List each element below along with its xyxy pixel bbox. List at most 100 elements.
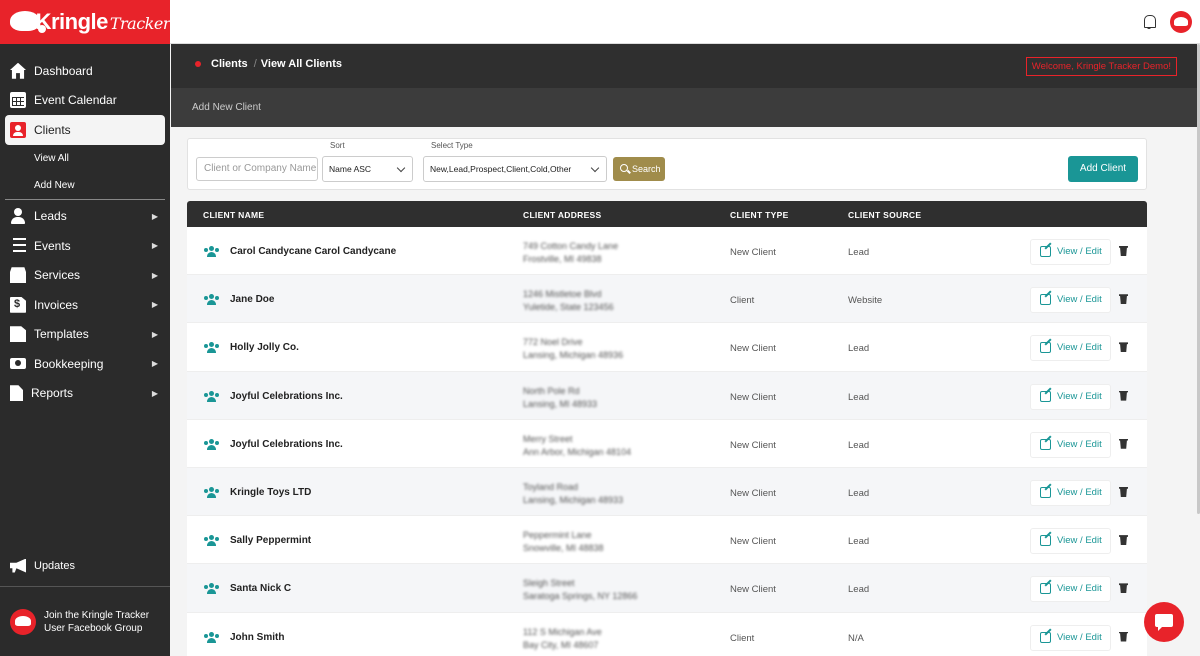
client-type: New Client — [730, 584, 776, 596]
column-header-type[interactable]: CLIENT TYPE — [730, 210, 789, 220]
client-address: Toyland Road Lansing, Michigan 48933 — [523, 481, 624, 505]
type-select-value: New,Lead,Prospect,Client,Cold,Other — [430, 164, 572, 174]
search-button[interactable]: Search — [613, 157, 665, 181]
view-edit-button[interactable]: View / Edit — [1030, 576, 1111, 603]
sidebar-item-invoices[interactable]: Invoices ▶ — [0, 290, 170, 320]
client-type: Client — [730, 632, 755, 644]
sidebar-item-dashboard[interactable]: Dashboard — [0, 56, 170, 86]
calendar-icon — [10, 92, 26, 109]
sidebar-nav: Dashboard Event Calendar Clients View Al… — [0, 44, 170, 408]
client-address: 1246 Mistletoe Blvd Yuletide, State 12345… — [523, 289, 614, 313]
client-address: Peppermint Lane Snowville, MI 48838 — [523, 530, 604, 554]
client-type: New Client — [730, 247, 776, 258]
table-row: Sally Peppermint Peppermint Lane Snowville… — [187, 516, 1147, 565]
sidebar-item-label: Services — [34, 268, 81, 283]
facebook-group-link[interactable]: Join the Kringle Tracker User Facebook Gr… — [0, 586, 170, 656]
trash-icon[interactable] — [1119, 246, 1128, 256]
brand-logo[interactable]: Kringle Tracker — [0, 0, 171, 44]
client-name: Sally Peppermint — [230, 535, 312, 547]
view-edit-button[interactable]: View / Edit — [1030, 431, 1111, 458]
chevron-down-icon — [396, 163, 406, 173]
sidebar-item-reports[interactable]: Reports ▶ — [0, 379, 170, 409]
view-edit-button[interactable]: View / Edit — [1030, 239, 1111, 265]
sidebar-item-updates[interactable]: Updates — [0, 551, 170, 580]
document-icon — [10, 326, 26, 343]
sub-nav-bar: Add New Client — [171, 88, 1197, 127]
trash-icon[interactable] — [1119, 438, 1128, 449]
sidebar-item-events[interactable]: Events ▶ — [0, 231, 170, 261]
welcome-badge: Welcome, Kringle Tracker Demo! — [1025, 57, 1177, 76]
edit-icon — [1040, 438, 1051, 450]
client-source: N/A — [848, 632, 864, 644]
type-select[interactable]: New,Lead,Prospect,Client,Cold,Other — [423, 156, 607, 182]
top-header — [170, 0, 1200, 44]
view-edit-button[interactable]: View / Edit — [1030, 479, 1111, 506]
view-edit-button[interactable]: View / Edit — [1030, 287, 1111, 314]
sidebar-item-templates[interactable]: Templates ▶ — [0, 320, 170, 350]
client-address: Sleigh Street Saratoga Springs, NY 12866 — [523, 578, 638, 602]
client-name: Joyful Celebrations Inc. — [230, 390, 343, 402]
sidebar-item-leads[interactable]: Leads ▶ — [0, 202, 170, 232]
sidebar-item-services[interactable]: Services ▶ — [0, 261, 170, 291]
users-group-icon — [204, 246, 219, 257]
client-source: Website — [848, 295, 883, 307]
status-dot-icon — [195, 61, 201, 67]
column-header-source[interactable]: CLIENT SOURCE — [848, 210, 921, 220]
view-edit-button[interactable]: View / Edit — [1030, 383, 1111, 410]
client-source: Lead — [848, 391, 870, 403]
trash-icon[interactable] — [1119, 294, 1128, 305]
client-name: Jane Doe — [230, 294, 275, 306]
client-name: Carol Candycane Carol Candycane — [230, 246, 397, 257]
bell-icon[interactable] — [1142, 14, 1156, 30]
edit-icon — [1040, 294, 1051, 306]
trash-icon[interactable] — [1119, 486, 1128, 497]
sidebar-item-label: Event Calendar — [34, 93, 117, 108]
avatar[interactable] — [1170, 11, 1192, 33]
trash-icon[interactable] — [1119, 535, 1128, 546]
santa-hat-icon — [10, 608, 36, 635]
view-edit-button[interactable]: View / Edit — [1030, 528, 1111, 555]
view-edit-button[interactable]: View / Edit — [1030, 335, 1111, 362]
sidebar-item-label: Reports — [31, 386, 74, 401]
edit-icon — [1040, 342, 1051, 354]
money-icon — [10, 358, 26, 370]
users-group-icon — [204, 486, 219, 498]
sort-select-value: Name ASC — [329, 164, 372, 174]
breadcrumb-page: View All Clients — [260, 58, 343, 70]
column-header-address[interactable]: CLIENT ADDRESS — [523, 210, 602, 220]
invoice-icon — [10, 296, 26, 313]
client-name: Kringle Toys LTD — [230, 486, 312, 498]
list-icon — [10, 237, 26, 254]
chat-icon[interactable] — [1144, 602, 1184, 642]
sidebar-item-clients[interactable]: Clients — [5, 115, 165, 145]
column-header-name[interactable]: CLIENT NAME — [203, 210, 264, 220]
edit-icon — [1040, 535, 1051, 547]
users-group-icon — [204, 390, 219, 402]
table-row: Carol Candycane Carol Candycane 749 Cotto… — [187, 227, 1147, 276]
store-icon — [10, 267, 26, 284]
trash-icon[interactable] — [1119, 631, 1128, 642]
add-client-button[interactable]: Add Client — [1068, 156, 1138, 182]
table-header: CLIENT NAME CLIENT ADDRESS CLIENT TYPE C… — [187, 201, 1147, 227]
brand-name: Kringle Tracker — [35, 9, 171, 34]
client-type: New Client — [730, 391, 776, 403]
trash-icon[interactable] — [1119, 342, 1128, 353]
client-source: Lead — [848, 247, 870, 258]
sidebar-item-bookkeeping[interactable]: Bookkeeping ▶ — [0, 349, 170, 379]
users-group-icon — [204, 294, 219, 306]
megaphone-icon — [10, 558, 26, 573]
view-edit-button[interactable]: View / Edit — [1030, 624, 1111, 651]
sidebar: Kringle Tracker Dashboard Event Calendar … — [0, 0, 171, 656]
sidebar-subitem-view-all[interactable]: View All — [0, 145, 170, 172]
sidebar-item-event-calendar[interactable]: Event Calendar — [0, 86, 170, 116]
sort-select[interactable]: Name ASC — [322, 156, 413, 182]
facebook-group-text: Join the Kringle Tracker User Facebook Gr… — [44, 609, 150, 634]
trash-icon[interactable] — [1119, 583, 1128, 594]
trash-icon[interactable] — [1119, 390, 1128, 401]
client-search-input[interactable]: Client or Company Name — [196, 157, 318, 181]
client-address: 749 Cotton Candy Lane Frostville, MI 4983… — [523, 241, 619, 264]
breadcrumb-section[interactable]: Clients — [211, 58, 248, 70]
sidebar-subitem-add-new[interactable]: Add New — [0, 172, 170, 199]
chevron-down-icon — [590, 163, 600, 173]
add-new-client-link[interactable]: Add New Client — [192, 102, 261, 113]
